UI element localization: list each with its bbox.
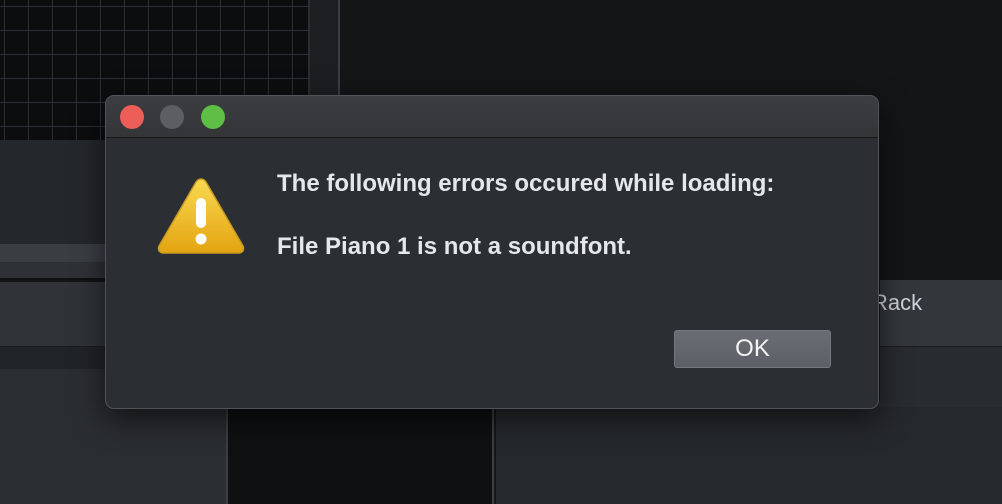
close-window-button[interactable] xyxy=(120,105,144,129)
left-panel-strip-lower xyxy=(0,262,110,280)
bottom-middle-panel xyxy=(226,400,494,504)
left-panel-lower xyxy=(0,347,110,369)
ok-button[interactable]: OK xyxy=(674,330,831,368)
rack-panel-body xyxy=(880,347,1002,407)
left-panel-strip xyxy=(0,244,110,263)
rack-panel-label: Rack xyxy=(872,290,923,315)
bottom-right-panel xyxy=(494,400,1002,504)
minimize-window-button[interactable] xyxy=(160,105,184,129)
error-message-heading: The following errors occured while loadi… xyxy=(277,170,775,197)
warning-triangle-icon xyxy=(156,176,246,256)
dialog-titlebar[interactable] xyxy=(106,96,878,138)
error-message-detail: File Piano 1 is not a soundfont. xyxy=(277,233,632,260)
left-panel-header xyxy=(0,282,110,347)
error-dialog: The following errors occured while loadi… xyxy=(105,95,879,409)
left-panel-area xyxy=(0,140,110,244)
zoom-window-button[interactable] xyxy=(201,105,225,129)
